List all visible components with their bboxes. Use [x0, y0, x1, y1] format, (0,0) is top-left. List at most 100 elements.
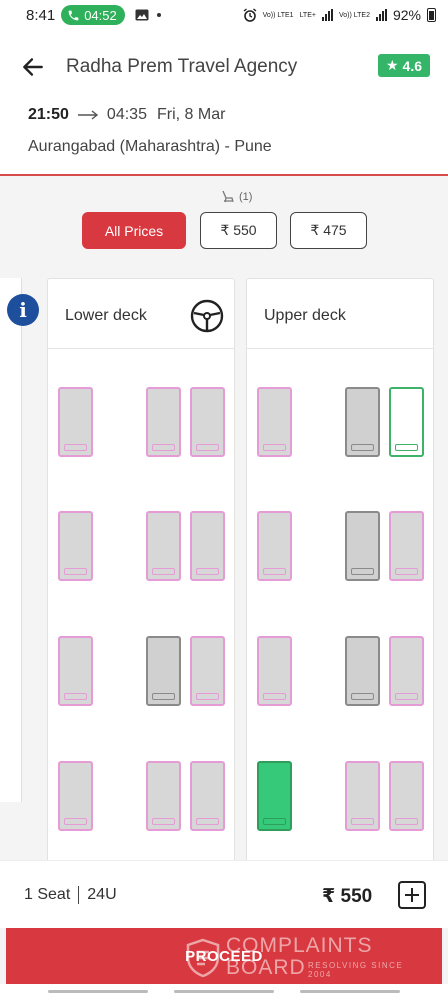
info-button[interactable]: i [7, 294, 39, 326]
app-root: 8:41 04:52 Vo)) LTE1 LTE+ Vo)) LTE2 92% … [0, 0, 448, 1000]
lower-deck-seat-available[interactable] [58, 636, 93, 706]
upper-deck-seat-booked [345, 636, 380, 706]
call-timer: 04:52 [84, 7, 117, 23]
travel-date: Fri, 8 Mar [156, 106, 226, 123]
upper-deck-label: Upper deck [264, 307, 346, 324]
rating-value: 4.6 [402, 57, 422, 74]
alarm-icon [243, 8, 256, 22]
filter-price-475[interactable]: ₹ 475 [290, 212, 367, 249]
divider [78, 886, 80, 904]
departure-time: 21:50 [28, 106, 69, 123]
seat-pillow-icon [351, 818, 374, 825]
seat-pillow-icon [351, 444, 374, 451]
seat-pillow-icon [152, 693, 175, 700]
seat-pillow-icon [263, 444, 286, 451]
lower-deck-seat-available[interactable] [146, 511, 181, 581]
lower-deck-label: Lower deck [65, 307, 147, 324]
seat-pillow-icon [263, 693, 286, 700]
gallery-icon [135, 9, 149, 21]
battery-icon [427, 8, 436, 22]
seat-pillow-icon [351, 568, 374, 575]
lower-deck: Lower deck [47, 278, 235, 878]
lower-deck-seat-available[interactable] [190, 511, 225, 581]
legend-panel-edge [0, 278, 22, 802]
seat-pillow-icon [263, 818, 286, 825]
star-icon: ★ [385, 57, 399, 73]
seat-pillow-icon [395, 444, 418, 451]
total-price: ₹ 550 [322, 886, 373, 907]
page-title: Radha Prem Travel Agency [66, 56, 298, 77]
rating-badge: ★ 4.6 [377, 54, 430, 77]
watermark-line-2: BOARD [226, 956, 306, 979]
lower-deck-seat-available[interactable] [146, 387, 181, 457]
trip-header: Radha Prem Travel Agency ★ 4.6 21:50 04:… [0, 30, 448, 176]
upper-deck-seat-available[interactable] [389, 511, 424, 581]
upper-deck: Upper deck [246, 278, 434, 878]
seat-pillow-icon [64, 444, 87, 451]
selected-seat-count: (1) [220, 189, 252, 205]
seat-pillow-icon [64, 568, 87, 575]
status-right: Vo)) LTE1 LTE+ Vo)) LTE2 92% [243, 7, 436, 23]
trip-timing: 21:50 04:35 Fri, 8 Mar [28, 106, 225, 124]
phone-icon [68, 10, 79, 20]
lower-deck-header: Lower deck [48, 279, 234, 349]
expand-plus-icon[interactable] [398, 881, 426, 909]
seat-pillow-icon [196, 444, 219, 451]
ongoing-call-pill[interactable]: 04:52 [61, 5, 125, 25]
lower-deck-seat-booked [146, 636, 181, 706]
seat-pillow-icon [263, 568, 286, 575]
upper-deck-seat-available[interactable] [257, 387, 292, 457]
seat-pillow-icon [395, 568, 418, 575]
back-arrow-icon[interactable] [20, 54, 46, 80]
seat-pillow-icon [64, 818, 87, 825]
seat-pillow-icon [196, 818, 219, 825]
seat-pillow-icon [152, 444, 175, 451]
nav-recents[interactable] [48, 990, 148, 993]
upper-deck-header: Upper deck [247, 279, 433, 349]
watermark-logo: COMPLAINTS BOARD RESOLVING SINCE 2004 [186, 934, 418, 982]
seat-number: 24U [87, 886, 117, 903]
booking-summary-bar: 1 Seat 24U ₹ 550 [0, 860, 448, 928]
sim1-label: Vo)) LTE1 [262, 11, 294, 19]
upper-deck-seat-free[interactable] [389, 387, 424, 457]
nav-home[interactable] [174, 990, 274, 993]
upper-deck-seat-available[interactable] [257, 636, 292, 706]
signal-2-icon [375, 9, 387, 21]
upper-deck-seat-available[interactable] [345, 761, 380, 831]
lower-deck-seat-available[interactable] [58, 761, 93, 831]
seat-pillow-icon [351, 693, 374, 700]
battery-percent: 92% [392, 7, 421, 23]
lower-deck-seat-available[interactable] [190, 761, 225, 831]
seat-pillow-icon [196, 693, 219, 700]
price-filter-bar: All Prices ₹ 550 ₹ 475 [0, 212, 448, 250]
selection-info: 1 Seat 24U [24, 886, 117, 904]
upper-deck-seat-available[interactable] [257, 511, 292, 581]
status-time: 8:41 [26, 6, 56, 24]
watermark-line-3: RESOLVING SINCE 2004 [308, 961, 404, 979]
upper-deck-seat-selected[interactable] [257, 761, 292, 831]
upper-deck-seat-available[interactable] [389, 761, 424, 831]
notification-dot-icon [156, 13, 161, 17]
sim2-label: Vo)) LTE2 [338, 11, 370, 19]
lower-deck-seat-available[interactable] [58, 387, 93, 457]
selected-count-text: (1) [239, 191, 253, 203]
upper-deck-seat-available[interactable] [389, 636, 424, 706]
steering-wheel-icon [190, 299, 224, 333]
filter-all-prices[interactable]: All Prices [82, 212, 186, 249]
filter-price-550[interactable]: ₹ 550 [200, 212, 277, 249]
seat-pillow-icon [152, 818, 175, 825]
seat-pillow-icon [152, 568, 175, 575]
seat-icon [222, 190, 234, 203]
nav-back[interactable] [300, 990, 400, 993]
lower-deck-seat-available[interactable] [146, 761, 181, 831]
lte-plus-label: LTE+ [299, 11, 316, 19]
seat-pillow-icon [395, 818, 418, 825]
status-bar: 8:41 04:52 Vo)) LTE1 LTE+ Vo)) LTE2 92% [0, 0, 448, 30]
lower-deck-seat-available[interactable] [58, 511, 93, 581]
seat-pillow-icon [395, 693, 418, 700]
route-text: Aurangabad (Maharashtra) - Pune [28, 138, 272, 155]
arrival-time: 04:35 [106, 106, 147, 123]
lower-deck-seat-available[interactable] [190, 387, 225, 457]
lower-deck-seat-available[interactable] [190, 636, 225, 706]
watermark-line-1: COMPLAINTS [226, 934, 373, 957]
